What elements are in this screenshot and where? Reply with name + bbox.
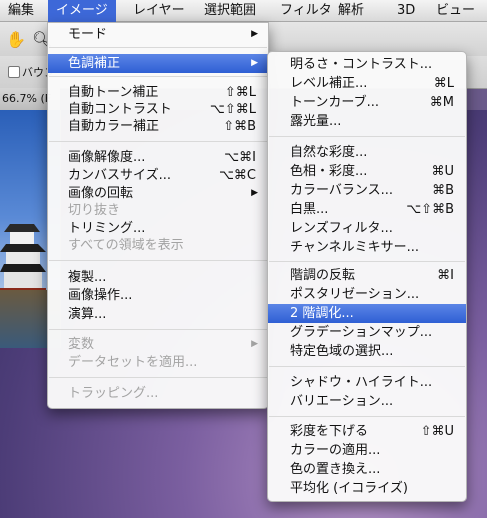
menubar-edit[interactable]: 編集 — [0, 0, 42, 22]
menu-item-variables: 変数 ▶ — [68, 337, 258, 352]
menu-separator — [269, 366, 465, 367]
menu-item-image-size[interactable]: 画像解像度... ⌥⌘I — [48, 148, 268, 167]
menu-item-apply-image[interactable]: 画像操作... — [48, 286, 268, 305]
menu-item-crop: 切り抜き — [68, 203, 121, 218]
menu-separator — [269, 416, 465, 417]
menu-item-adjustments[interactable]: 色調補正 ▶ — [48, 54, 268, 73]
adjustments-submenu: 明るさ・コントラスト... レベル補正... ⌘L トーンカーブ... ⌘M 露光量… — [267, 51, 467, 502]
hand-tool-icon[interactable]: ✋ — [6, 30, 26, 49]
menu-item-auto-color[interactable]: 自動カラー補正 ⇧⌘B — [48, 117, 268, 136]
submenu-item-gradient-map[interactable]: グラデーションマップ... — [268, 323, 466, 342]
menu-separator — [49, 260, 267, 261]
menu-bar: 編集 イメージ レイヤー 選択範囲 フィルタ 解析 3D ビュー — [0, 0, 487, 22]
options-checkbox[interactable] — [8, 66, 20, 78]
submenu-item-posterize[interactable]: ポスタリゼーション... — [268, 285, 466, 304]
submenu-item-invert[interactable]: 階調の反転 ⌘I — [268, 266, 466, 285]
submenu-item-levels[interactable]: レベル補正... ⌘L — [268, 74, 466, 93]
submenu-item-desaturate[interactable]: 彩度を下げる ⇧⌘U — [268, 422, 466, 441]
menu-separator — [269, 136, 465, 137]
submenu-item-variations[interactable]: バリエーション... — [268, 392, 466, 411]
menubar-view[interactable]: ビュー — [428, 0, 483, 22]
menu-separator — [49, 377, 267, 378]
submenu-item-selective-color[interactable]: 特定色域の選択... — [268, 342, 466, 361]
castle-image — [0, 224, 46, 302]
menu-separator — [49, 47, 267, 48]
submenu-item-replace-color[interactable]: 色の置き換え... — [268, 460, 466, 479]
menu-item-duplicate[interactable]: 複製... — [48, 268, 268, 287]
menu-item-reveal-all: すべての領域を表示 — [68, 238, 184, 253]
menubar-3d[interactable]: 3D — [389, 0, 423, 22]
menu-item-trapping: トラッピング... — [68, 386, 159, 401]
menubar-analysis[interactable]: 解析 — [330, 0, 372, 22]
submenu-item-brightness-contrast[interactable]: 明るさ・コントラスト... — [268, 55, 466, 74]
menu-separator — [49, 141, 267, 142]
document-zoom-label: 66.7% (F — [2, 92, 52, 105]
menubar-image[interactable]: イメージ — [48, 0, 116, 22]
menu-item-apply-dataset: データセットを適用... — [68, 355, 198, 370]
menu-item-calculations[interactable]: 演算... — [48, 305, 268, 324]
submenu-item-photo-filter[interactable]: レンズフィルタ... — [268, 219, 466, 238]
menu-separator — [269, 261, 465, 262]
submenu-item-color-balance[interactable]: カラーバランス... ⌘B — [268, 181, 466, 200]
menu-separator — [49, 76, 267, 77]
submenu-item-vibrance[interactable]: 自然な彩度... — [268, 143, 466, 162]
submenu-item-match-color[interactable]: カラーの適用... — [268, 441, 466, 460]
submenu-item-channel-mixer[interactable]: チャンネルミキサー... — [268, 238, 466, 257]
image-menu: モード ▶ 色調補正 ▶ 自動トーン補正 ⇧⌘L 自動コントラスト ⌥⇧⌘L 自動カラー… — [47, 22, 269, 409]
menu-item-canvas-size[interactable]: カンバスサイズ... ⌥⌘C — [48, 166, 268, 185]
menu-item-mode[interactable]: モード ▶ — [48, 25, 268, 44]
submenu-item-shadows-highlights[interactable]: シャドウ・ハイライト... — [268, 373, 466, 392]
submenu-item-curves[interactable]: トーンカーブ... ⌘M — [268, 93, 466, 112]
menu-separator — [49, 329, 267, 330]
submenu-item-threshold[interactable]: 2 階調化... — [268, 304, 466, 323]
menubar-layer[interactable]: レイヤー — [125, 0, 193, 22]
submenu-item-hue-saturation[interactable]: 色相・彩度... ⌘U — [268, 162, 466, 181]
submenu-item-equalize[interactable]: 平均化 (イコライズ) — [268, 479, 466, 498]
submenu-item-black-white[interactable]: 白黒... ⌥⇧⌘B — [268, 200, 466, 219]
submenu-item-exposure[interactable]: 露光量... — [268, 112, 466, 131]
menubar-select[interactable]: 選択範囲 — [196, 0, 264, 22]
